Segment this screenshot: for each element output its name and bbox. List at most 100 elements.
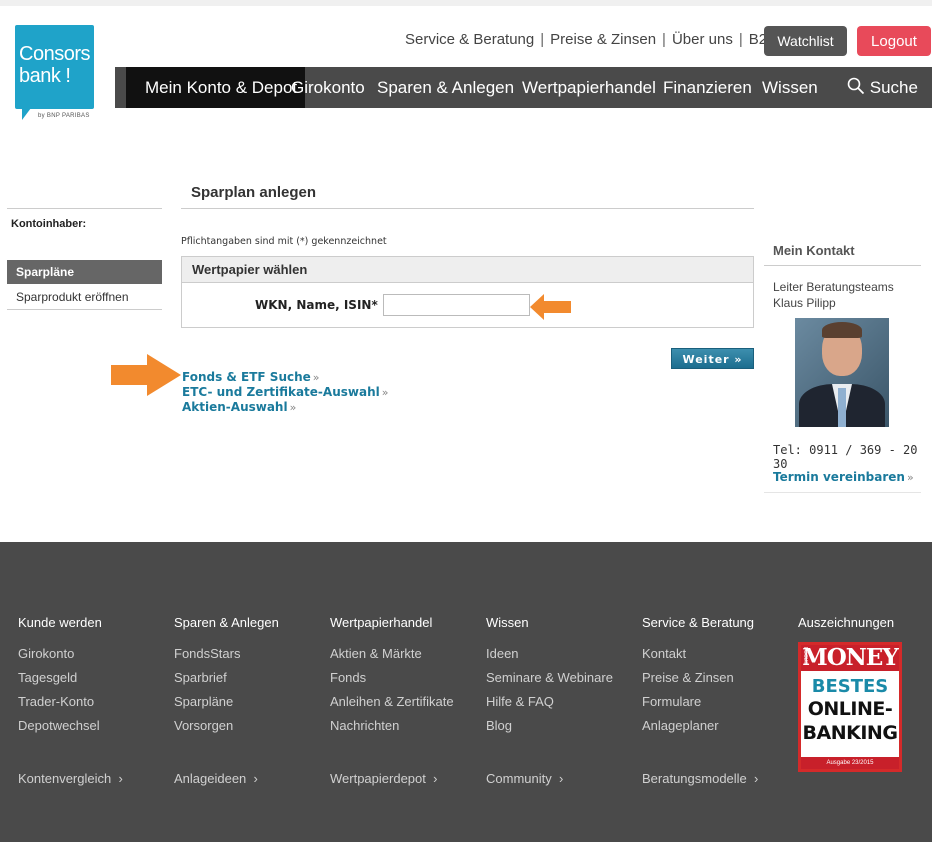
wkn-input[interactable] [383, 294, 530, 316]
footer-link[interactable]: Anlageplaner [642, 718, 754, 734]
award-brand: MONEY [801, 644, 899, 671]
chevron-right-icon: » [289, 401, 297, 414]
award-issue: Ausgabe 23/2015 [801, 757, 899, 769]
footer-col-service: Service & Beratung Kontakt Preise & Zins… [642, 615, 754, 742]
top-strip [0, 0, 932, 6]
footer-heading: Service & Beratung [642, 615, 755, 630]
logout-button[interactable]: Logout [857, 26, 931, 56]
footer-link[interactable]: Tagesgeld [18, 670, 102, 686]
chevron-right-icon: » [381, 386, 389, 399]
logo-line2: bank ! [19, 65, 71, 87]
chevron-right-icon: › [118, 771, 123, 786]
footer-heading: Wissen [486, 615, 529, 630]
footer-link[interactable]: Preise & Zinsen [642, 670, 754, 686]
footer-link[interactable]: Kontakt [642, 646, 754, 662]
main-nav: Mein Konto & Depot Girokonto Sparen & An… [115, 67, 932, 108]
kontakt-divider [764, 492, 921, 493]
wertpapier-box-title: Wertpapier wählen [182, 257, 753, 283]
toplink-ueber-uns[interactable]: Über uns [672, 31, 733, 48]
kontakt-phone: Tel: 0911 / 369 - 20 30 [773, 443, 918, 471]
footer-more-community[interactable]: Community › [486, 771, 563, 786]
footer-link[interactable]: FondsStars [174, 646, 279, 662]
watchlist-button[interactable]: Watchlist [764, 26, 847, 56]
footer-more-label: Kontenvergleich [18, 771, 112, 786]
award-line1: BESTES [811, 676, 889, 697]
logo-subtitle: by BNP PARIBAS [38, 113, 90, 119]
footer-link[interactable]: Ideen [486, 646, 613, 662]
kontakt-role: Leiter Beratungsteams [773, 280, 894, 294]
sidebar-item-sparplaene[interactable]: Sparpläne [7, 260, 162, 284]
nav-item-wissen[interactable]: Wissen [762, 67, 818, 108]
consorsbank-logo[interactable]: Consors bank ! [15, 25, 94, 109]
nav-item-finanzieren[interactable]: Finanzieren [663, 67, 752, 108]
footer-link[interactable]: Nachrichten [330, 718, 454, 734]
footer-col-wissen: Wissen Ideen Seminare & Webinare Hilfe &… [486, 615, 613, 742]
footer-link[interactable]: Hilfe & FAQ [486, 694, 613, 710]
footer-link[interactable]: Seminare & Webinare [486, 670, 613, 686]
footer-more-label: Anlageideen [174, 771, 247, 786]
nav-search[interactable]: Suche [847, 67, 918, 108]
footer-more-beratungsmodelle[interactable]: Beratungsmodelle › [642, 771, 758, 786]
footer-link[interactable]: Depotwechsel [18, 718, 102, 734]
toplink-service[interactable]: Service & Beratung [405, 31, 534, 48]
weiter-button[interactable]: Weiter » [671, 348, 754, 369]
footer-link[interactable]: Trader-Konto [18, 694, 102, 710]
footer-link[interactable]: Fonds [330, 670, 454, 686]
toplink-separator: | [738, 31, 743, 48]
termin-label: Termin vereinbaren [773, 470, 905, 484]
sidebar-divider [7, 208, 162, 209]
nav-item-girokonto[interactable]: Girokonto [291, 67, 365, 108]
award-line2: ONLINE- [807, 698, 893, 720]
logo-tail [22, 108, 31, 120]
footer-heading: Sparen & Anlegen [174, 615, 279, 630]
footer: Kunde werden Girokonto Tagesgeld Trader-… [0, 542, 932, 842]
footer-heading: Wertpapierhandel [330, 615, 433, 630]
link-aktien[interactable]: Aktien-Auswahl» [182, 400, 388, 415]
link-label: Fonds & ETF Suche [182, 370, 311, 384]
footer-heading: Kunde werden [18, 615, 102, 630]
arrow-left-icon [530, 294, 571, 320]
sidebar-item-sparprodukt[interactable]: Sparprodukt eröffnen [16, 290, 129, 304]
title-divider [181, 208, 754, 209]
nav-item-mein-konto[interactable]: Mein Konto & Depot [126, 67, 306, 108]
footer-heading: Auszeichnungen [798, 615, 895, 630]
footer-link[interactable]: Blog [486, 718, 613, 734]
footer-more-kontenvergleich[interactable]: Kontenvergleich › [18, 771, 123, 786]
logo-line1: Consors [19, 43, 90, 65]
search-label: Suche [869, 78, 918, 97]
footer-link[interactable]: Sparpläne [174, 694, 279, 710]
footer-col-wertpapier: Wertpapierhandel Aktien & Märkte Fonds A… [330, 615, 454, 742]
wertpapier-box: Wertpapier wählen WKN, Name, ISIN* [181, 256, 754, 328]
toplink-separator: | [662, 31, 666, 48]
link-fonds-etf[interactable]: Fonds & ETF Suche» [182, 370, 388, 385]
kontakt-divider [764, 265, 921, 266]
footer-more-label: Community [486, 771, 552, 786]
footer-link[interactable]: Formulare [642, 694, 754, 710]
toplink-preise[interactable]: Preise & Zinsen [550, 31, 656, 48]
link-etc-zertifikate[interactable]: ETC- und Zertifikate-Auswahl» [182, 385, 388, 400]
chevron-right-icon: › [558, 771, 564, 786]
chevron-right-icon: › [754, 771, 759, 786]
footer-link[interactable]: Girokonto [18, 646, 102, 662]
kontakt-person: Leiter Beratungsteams Klaus Pilipp [773, 279, 894, 311]
kontakt-photo [795, 318, 889, 427]
footer-link[interactable]: Vorsorgen [174, 718, 279, 734]
footer-link[interactable]: Aktien & Märkte [330, 646, 454, 662]
footer-more-wertpapierdepot[interactable]: Wertpapierdepot › [330, 771, 437, 786]
toplink-separator: | [540, 31, 545, 48]
nav-item-wertpapierhandel[interactable]: Wertpapierhandel [522, 67, 656, 108]
footer-link[interactable]: Sparbrief [174, 670, 279, 686]
footer-col-sparen: Sparen & Anlegen FondsStars Sparbrief Sp… [174, 615, 279, 742]
nav-item-sparen[interactable]: Sparen & Anlegen [377, 67, 514, 108]
arrow-right-icon [111, 354, 181, 396]
termin-link[interactable]: Termin vereinbaren» [773, 470, 914, 484]
chevron-right-icon: › [433, 771, 438, 786]
focus-money-award[interactable]: MONEY FOCUS BESTES ONLINE- BANKING Ausga… [798, 642, 902, 772]
link-label: ETC- und Zertifikate-Auswahl [182, 385, 380, 399]
link-label: Aktien-Auswahl [182, 400, 288, 414]
award-focus: FOCUS [802, 647, 808, 665]
wkn-label: WKN, Name, ISIN* [255, 298, 378, 312]
footer-more-anlageideen[interactable]: Anlageideen › [174, 771, 258, 786]
footer-col-kunde: Kunde werden Girokonto Tagesgeld Trader-… [18, 615, 102, 742]
footer-link[interactable]: Anleihen & Zertifikate [330, 694, 454, 710]
